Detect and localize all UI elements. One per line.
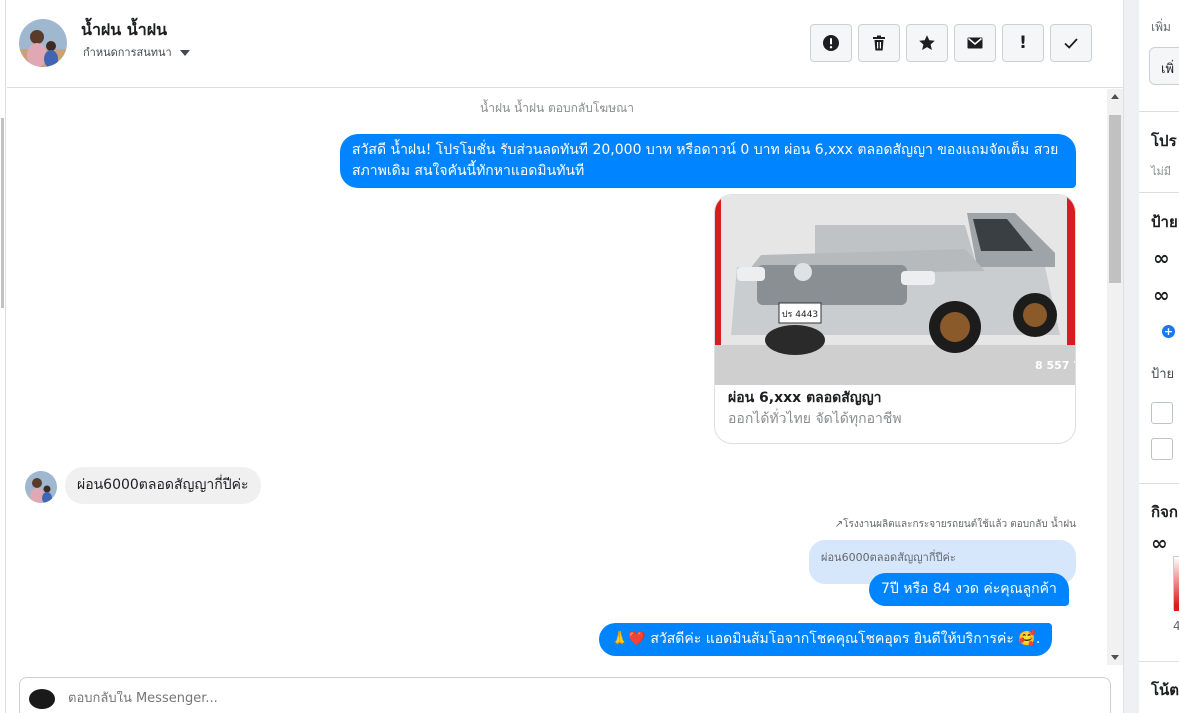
thread-scrollbar-thumb[interactable] <box>1109 115 1121 283</box>
page-message[interactable]: สวัสดี น้ำฝน! โปรโมชั่น รับส่วนลดทันที 2… <box>340 134 1076 188</box>
activity-thumbnail[interactable] <box>1173 556 1179 611</box>
mark-done-button[interactable] <box>1050 24 1092 62</box>
section-heading: โปร <box>1151 132 1177 150</box>
add-button-label: เพิ่ <box>1161 62 1175 77</box>
panel-gutter <box>1123 0 1139 713</box>
panel-divider <box>1139 661 1179 662</box>
page-message[interactable]: 🙏❤️ สวัสดีค่ะ แอดมินส้มโอจากโชคคุณโชคอุด… <box>599 623 1053 656</box>
ad-car-image: ปร 4443 8 557 7932 <box>715 195 1076 385</box>
add-circle-icon[interactable]: + <box>1162 325 1175 338</box>
conversation-status-label: กำหนดการสนทนา <box>83 46 172 59</box>
scroll-up-arrow-icon[interactable] <box>1111 94 1119 99</box>
alert-circle-icon <box>823 35 839 51</box>
trash-icon <box>873 35 885 51</box>
add-label-text: เพิ่ม <box>1151 20 1171 34</box>
conversation-pane: น้ำฝน น้ำฝน กำหนดการสนทนา ! น้ำฝน น้ำฝน … <box>7 0 1123 713</box>
star-icon <box>919 35 935 50</box>
spam-button[interactable] <box>810 24 852 62</box>
left-scrollbar-thumb[interactable] <box>1 118 4 308</box>
labels-heading: ป้าย <box>1151 213 1178 231</box>
contact-name[interactable]: น้ำฝน น้ำฝน <box>81 18 167 43</box>
reply-note-text: โรงงานผลิตและกระจายรถยนต์ใช้แล้ว ตอบกลับ… <box>843 519 1076 530</box>
activity-count: 4 <box>1173 619 1179 633</box>
panel-divider <box>1139 192 1179 193</box>
scroll-down-arrow-icon[interactable] <box>1111 655 1119 660</box>
inbox-app: น้ำฝน น้ำฝน กำหนดการสนทนา ! น้ำฝน น้ำฝน … <box>0 0 1179 713</box>
conversation-header: น้ำฝน น้ำฝน กำหนดการสนทนา ! <box>7 0 1123 88</box>
license-plate: ปร 4443 <box>782 310 818 320</box>
ad-reply-note: น้ำฝน น้ำฝน ตอบกลับโฆษณา <box>480 101 634 115</box>
follow-up-button[interactable]: ! <box>1002 24 1044 62</box>
customer-message[interactable]: ผ่อน6000ตลอดสัญญากี่ปีค่ะ <box>65 467 261 504</box>
panel-divider <box>1139 483 1179 484</box>
exclamation-icon: ! <box>1019 33 1027 53</box>
conversation-toolbar: ! <box>810 24 1092 62</box>
label-prefix: ป้าย <box>1151 367 1175 382</box>
left-scrollbar[interactable] <box>0 0 6 713</box>
reply-note: ↗โรงงานผลิตและกระจายรถยนต์ใช้แล้ว ตอบกลั… <box>835 517 1076 532</box>
section-subtext: ไม่มี <box>1151 165 1172 178</box>
contact-avatar[interactable] <box>19 19 67 67</box>
page-logo-icon <box>29 689 55 709</box>
reply-input[interactable] <box>68 691 968 706</box>
details-panel: เพิ่ม เพิ่ โปร ไม่มี ป้าย ∞ ∞ + ป้าย กิจ… <box>1139 0 1179 713</box>
delete-button[interactable] <box>858 24 900 62</box>
caret-down-icon <box>179 49 190 56</box>
activity-heading: กิจก <box>1151 503 1178 521</box>
envelope-icon <box>967 37 983 49</box>
panel-divider <box>1139 111 1179 112</box>
ad-card-subtitle: ออกได้ทั่วไทย จัดได้ทุกอาชีพ <box>728 411 902 427</box>
mark-unread-button[interactable] <box>954 24 996 62</box>
reply-arrow-icon: ↗ <box>834 519 844 530</box>
conversation-status-dropdown[interactable]: กำหนดการสนทนา <box>83 43 190 61</box>
ad-card-title[interactable]: ผ่อน 6,xxx ตลอดสัญญา <box>728 387 882 409</box>
label-checkbox[interactable] <box>1151 438 1173 460</box>
notes-heading: โน้ต <box>1151 681 1179 699</box>
star-button[interactable] <box>906 24 948 62</box>
page-message[interactable]: 7ปี หรือ 84 งวด ค่ะคุณลูกค้า <box>869 573 1069 606</box>
customer-avatar[interactable] <box>25 471 57 503</box>
add-button[interactable]: เพิ่ <box>1149 47 1179 85</box>
dealer-phone: 8 557 7932 <box>1035 359 1076 372</box>
message-thread[interactable]: น้ำฝน น้ำฝน ตอบกลับโฆษณา สวัสดี น้ำฝน! โ… <box>7 89 1123 665</box>
reply-composer[interactable] <box>19 677 1111 713</box>
meta-logo-icon: ∞ <box>1151 531 1168 555</box>
meta-logo-icon: ∞ <box>1153 283 1170 307</box>
ad-card[interactable]: ปร 4443 8 557 7932 ผ่อน 6,xxx ตลอดสัญญา … <box>714 194 1076 444</box>
thread-scrollbar[interactable] <box>1107 89 1123 665</box>
check-icon <box>1064 38 1078 49</box>
meta-logo-icon: ∞ <box>1153 246 1170 270</box>
label-checkbox[interactable] <box>1151 402 1173 424</box>
